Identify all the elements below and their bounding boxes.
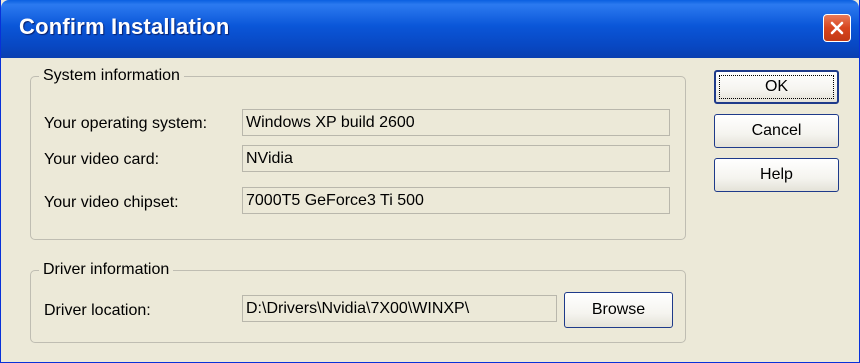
system-information-group: System information Your operating system…: [30, 66, 686, 240]
video-chipset-value: 7000T5 GeForce3 Ti 500: [242, 187, 670, 214]
title-bar[interactable]: Confirm Installation: [1, 0, 859, 58]
driver-location-label: Driver location:: [44, 302, 151, 319]
help-button[interactable]: Help: [714, 158, 839, 192]
driver-information-group: Driver information Driver location: D:\D…: [30, 260, 686, 343]
ok-button[interactable]: OK: [714, 70, 839, 104]
cancel-button-label: Cancel: [751, 122, 802, 139]
close-button[interactable]: [823, 14, 851, 42]
driver-location-value: D:\Drivers\Nvidia\7X00\WINXP\: [242, 295, 557, 322]
operating-system-value: Windows XP build 2600: [242, 109, 670, 136]
video-card-label: Your video card:: [44, 151, 160, 168]
browse-button-label: Browse: [591, 301, 646, 318]
help-button-label: Help: [760, 166, 793, 183]
video-card-value: NVidia: [242, 145, 670, 172]
close-icon: [830, 21, 844, 35]
window-title: Confirm Installation: [19, 14, 230, 39]
operating-system-label: Your operating system:: [44, 115, 208, 132]
driver-information-legend: Driver information: [39, 260, 174, 280]
video-chipset-label: Your video chipset:: [44, 194, 179, 211]
cancel-button[interactable]: Cancel: [714, 114, 839, 148]
confirm-installation-dialog: Confirm Installation System information …: [0, 0, 860, 363]
system-information-legend: System information: [39, 66, 184, 86]
browse-button[interactable]: Browse: [564, 292, 673, 328]
ok-button-label: OK: [764, 78, 789, 95]
